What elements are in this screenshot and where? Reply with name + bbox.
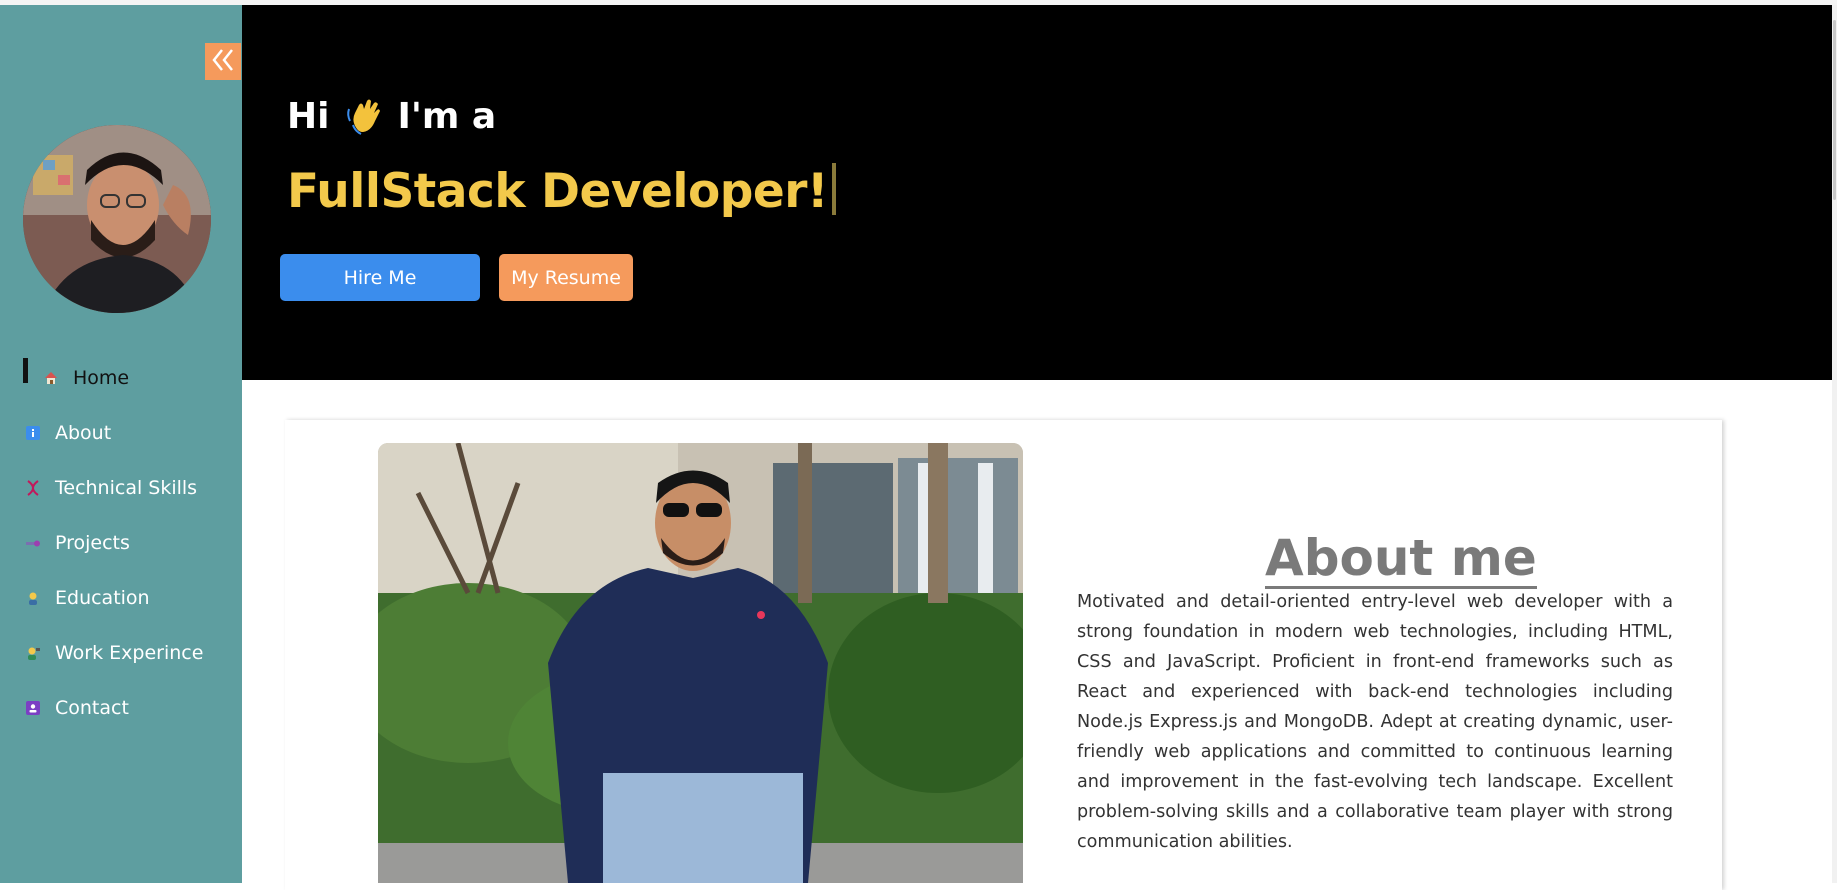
greeting: Hi I'm a — [287, 95, 496, 137]
project-icon — [24, 534, 42, 552]
contact-icon — [24, 699, 42, 717]
greeting-suffix: I'm a — [397, 95, 497, 137]
about-description: Motivated and detail-oriented entry-leve… — [1077, 592, 1673, 852]
role-text: FullStack Developer! — [287, 164, 828, 219]
worker-icon — [24, 644, 42, 662]
sidebar-item-label: Education — [55, 586, 150, 609]
hero-banner: Hi I'm a FullStack Developer! Hire Me My… — [242, 5, 1832, 380]
sidebar-item-label: Work Experince — [55, 641, 204, 664]
active-indicator — [23, 358, 28, 383]
sidebar-item-label: Contact — [55, 696, 129, 719]
sidebar: Home About Technical Skills Projects Edu… — [0, 5, 242, 883]
waving-hand-icon — [345, 95, 387, 137]
double-chevron-left-icon — [210, 47, 236, 77]
collapse-sidebar-button[interactable] — [205, 43, 241, 80]
sidebar-item-technical-skills[interactable]: Technical Skills — [0, 460, 242, 515]
typing-caret — [831, 163, 836, 215]
sidebar-nav: Home About Technical Skills Projects Edu… — [0, 350, 242, 735]
sidebar-item-label: Technical Skills — [55, 476, 198, 499]
sidebar-item-label: About — [55, 421, 112, 444]
scrollbar-thumb[interactable] — [1833, 20, 1836, 200]
sidebar-item-education[interactable]: Education — [0, 570, 242, 625]
sidebar-item-contact[interactable]: Contact — [0, 680, 242, 735]
hire-me-button[interactable]: Hire Me — [280, 254, 480, 301]
greeting-text: Hi — [287, 95, 330, 137]
sidebar-item-about[interactable]: About — [0, 405, 242, 460]
info-icon — [24, 424, 42, 442]
sidebar-item-projects[interactable]: Projects — [0, 515, 242, 570]
sidebar-item-label: Projects — [55, 531, 130, 554]
my-resume-button[interactable]: My Resume — [499, 254, 633, 301]
student-icon — [24, 589, 42, 607]
sidebar-item-work-experince[interactable]: Work Experince — [0, 625, 242, 680]
sidebar-item-label: Home — [73, 366, 130, 389]
about-photo — [378, 443, 1023, 883]
avatar — [23, 125, 211, 313]
sidebar-item-home[interactable]: Home — [0, 350, 242, 405]
about-title: About me — [1265, 528, 1537, 589]
dna-icon — [24, 479, 42, 497]
home-icon — [42, 369, 60, 387]
role-title: FullStack Developer! — [287, 163, 836, 219]
